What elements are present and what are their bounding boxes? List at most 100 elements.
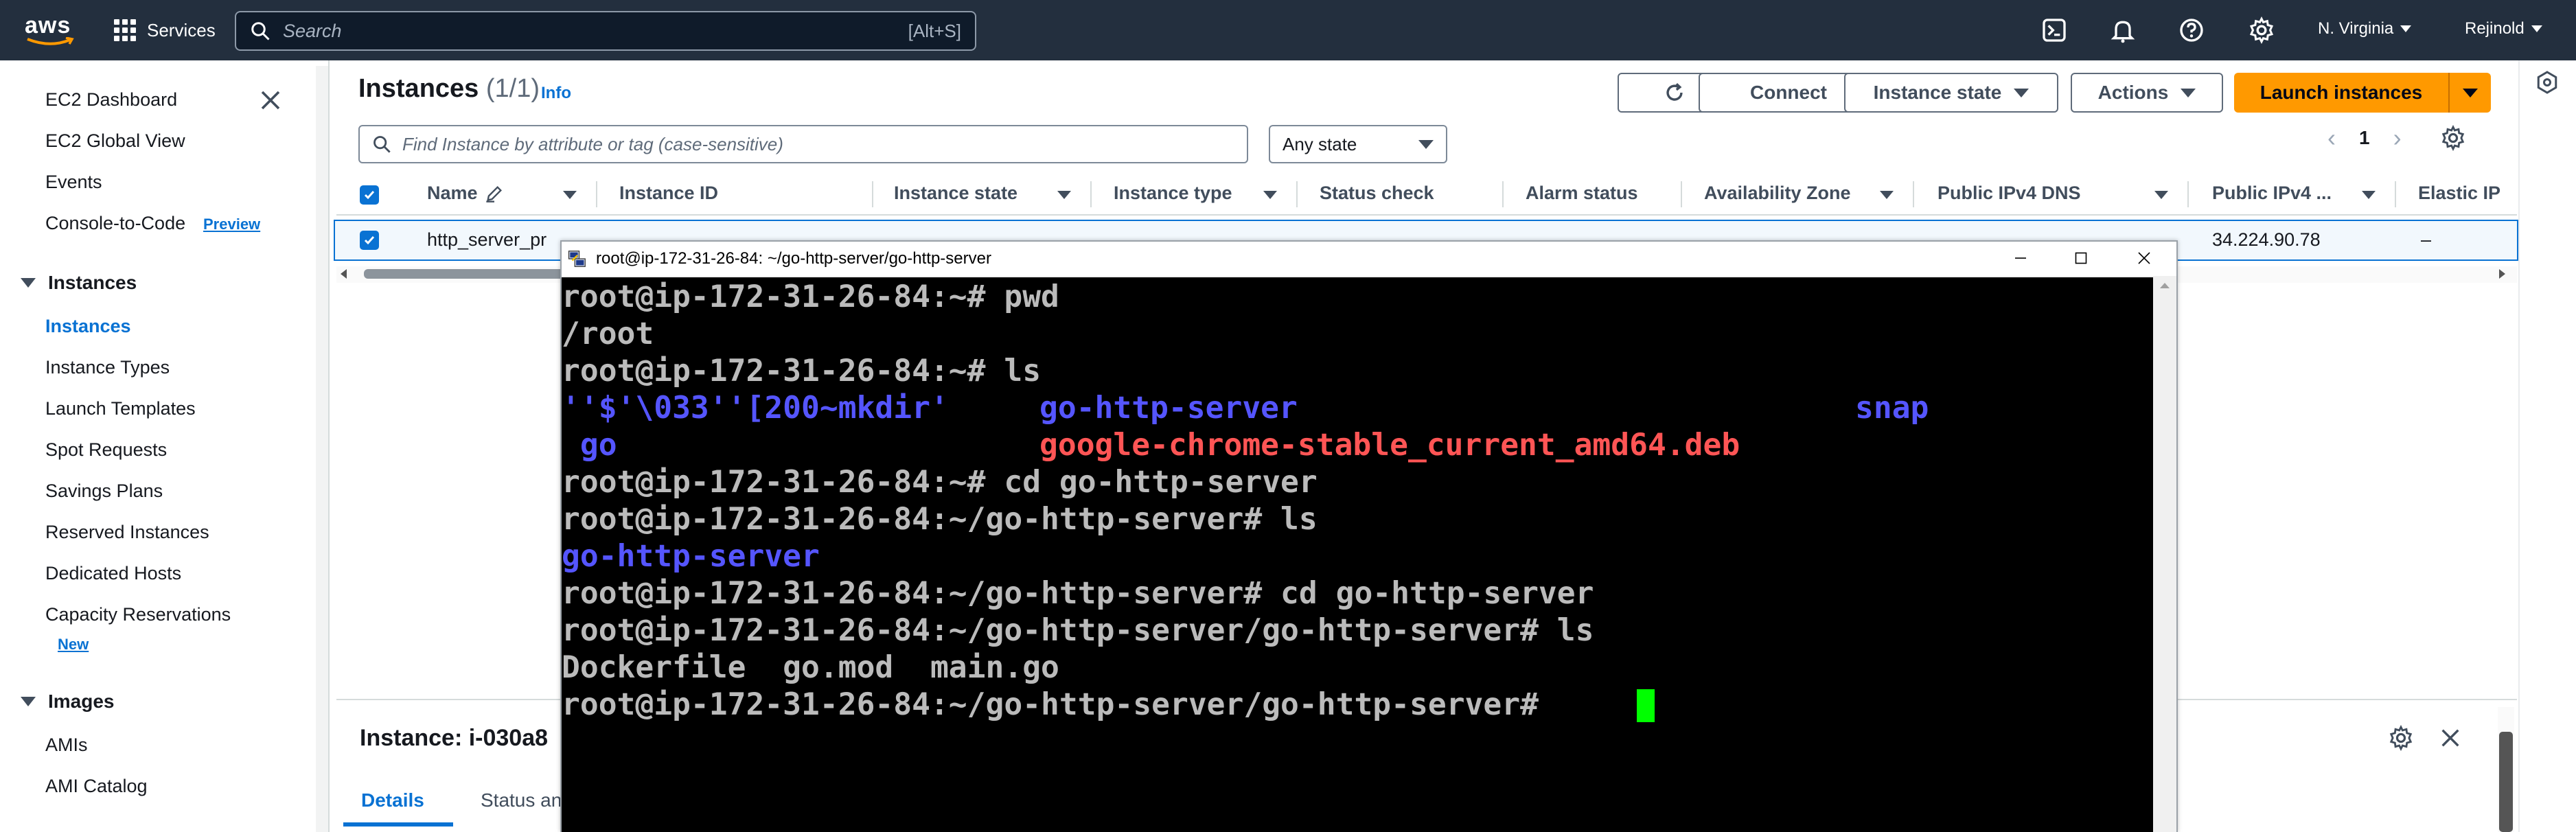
column-header-availability-zone[interactable]: Availability Zone: [1704, 183, 1851, 204]
column-divider[interactable]: [872, 181, 873, 207]
column-header-status-check[interactable]: Status check: [1320, 183, 1434, 204]
scroll-right-icon[interactable]: [2499, 269, 2505, 279]
sort-caret-icon[interactable]: [2362, 191, 2376, 199]
sidebar-section-images[interactable]: Images: [21, 691, 115, 713]
sidebar-item-events[interactable]: Events: [45, 172, 102, 193]
sort-caret-icon[interactable]: [563, 191, 577, 199]
tab-details[interactable]: Details: [361, 789, 424, 811]
terminal-scrollbar[interactable]: [2153, 277, 2176, 832]
active-tab-indicator: [343, 822, 453, 827]
column-header-elastic-ip[interactable]: Elastic IP: [2418, 183, 2500, 204]
row-checkbox[interactable]: [360, 231, 379, 250]
services-menu-button[interactable]: Services: [114, 16, 216, 44]
column-header-instance-type[interactable]: Instance type: [1114, 183, 1232, 204]
sort-caret-icon[interactable]: [1263, 191, 1277, 199]
column-divider[interactable]: [596, 181, 597, 207]
sidebar-scrollbar[interactable]: [316, 66, 328, 832]
column-divider[interactable]: [1090, 181, 1092, 207]
terminal-titlebar[interactable]: root@ip-172-31-26-84: ~/go-http-server/g…: [562, 242, 2176, 276]
sidebar-item-ami-catalog[interactable]: AMI Catalog: [45, 776, 148, 797]
caret-down-icon: [2181, 88, 2196, 97]
tab-status-and-alarms[interactable]: Status an: [481, 789, 562, 811]
sidebar-item-savings-plans[interactable]: Savings Plans: [45, 481, 163, 502]
details-title: Instance: i-030a8: [360, 725, 549, 751]
sort-caret-icon[interactable]: [2154, 191, 2168, 199]
sidebar-item-capacity-reservations[interactable]: Capacity Reservations: [45, 604, 231, 625]
cloudshell-icon[interactable]: [2040, 16, 2068, 44]
filter-placeholder: Find Instance by attribute or tag (case-…: [402, 133, 783, 154]
current-page[interactable]: 1: [2359, 127, 2370, 149]
terminal-ls-entry: snap: [1855, 390, 1929, 426]
pencil-icon[interactable]: [485, 184, 504, 203]
terminal-ls-entry: go-http-server: [1039, 390, 1298, 426]
sidebar-item-launch-templates[interactable]: Launch Templates: [45, 398, 196, 419]
close-window-button[interactable]: [2127, 243, 2161, 273]
gear-icon[interactable]: [2388, 725, 2414, 751]
cell-name[interactable]: http_server_pr: [427, 229, 547, 251]
column-header-instance-state[interactable]: Instance state: [894, 183, 1017, 204]
instance-state-dropdown[interactable]: Instance state: [1844, 73, 2058, 113]
region-selector[interactable]: N. Virginia: [2318, 19, 2412, 38]
column-header-public-ipv4[interactable]: Public IPv4 ...: [2212, 183, 2332, 204]
close-icon[interactable]: [2439, 726, 2462, 750]
caret-down-icon: [1418, 139, 1434, 149]
hexagon-info-icon[interactable]: [2535, 70, 2560, 95]
column-divider[interactable]: [1913, 181, 1914, 207]
column-header-alarm-status[interactable]: Alarm status: [1526, 183, 1638, 204]
scrollbar-thumb[interactable]: [2499, 732, 2513, 832]
putty-icon[interactable]: [567, 249, 588, 269]
sidebar-section-instances[interactable]: Instances: [21, 272, 137, 294]
close-icon[interactable]: [258, 88, 283, 113]
terminal-line: /root: [562, 316, 654, 351]
scroll-up-icon[interactable]: [2160, 283, 2170, 288]
column-divider[interactable]: [1296, 181, 1298, 207]
column-divider[interactable]: [1681, 181, 1682, 207]
terminal-line: root@ip-172-31-26-84:~/go-http-server# l…: [562, 501, 1318, 537]
sidebar-item-ec2-dashboard[interactable]: EC2 Dashboard: [45, 89, 177, 111]
sidebar-item-spot-requests[interactable]: Spot Requests: [45, 439, 167, 461]
column-header-public-dns[interactable]: Public IPv4 DNS: [1937, 183, 2081, 204]
minimize-button[interactable]: [2003, 243, 2038, 273]
sidebar-item-ec2-global-view[interactable]: EC2 Global View: [45, 130, 185, 152]
state-filter-value: Any state: [1283, 133, 1357, 154]
actions-dropdown[interactable]: Actions: [2071, 73, 2223, 113]
sort-caret-icon[interactable]: [1057, 191, 1071, 199]
search-placeholder: Search: [283, 20, 342, 41]
state-filter-select[interactable]: Any state: [1269, 125, 1447, 163]
aws-logo[interactable]: aws: [25, 12, 74, 48]
cell-public-ipv4[interactable]: 34.224.90.78: [2212, 229, 2321, 251]
column-divider[interactable]: [2187, 181, 2189, 207]
column-header-name[interactable]: Name: [427, 183, 478, 204]
checkmark-icon: [364, 236, 375, 245]
terminal-ls-entry: ''$'\033''[200~mkdir': [562, 390, 949, 426]
info-link[interactable]: Info: [541, 84, 571, 103]
sidebar-item-instance-types[interactable]: Instance Types: [45, 357, 170, 378]
top-navigation-bar: aws Services Search [Alt+S] N. Virginia …: [0, 0, 2576, 60]
gear-icon[interactable]: [2248, 16, 2275, 44]
caret-down-icon: [21, 278, 36, 288]
sidebar-item-amis[interactable]: AMIs: [45, 735, 88, 756]
sidebar-item-dedicated-hosts[interactable]: Dedicated Hosts: [45, 563, 181, 584]
chevron-right-icon[interactable]: ›: [2393, 124, 2402, 152]
launch-instances-options-button[interactable]: [2448, 73, 2491, 113]
sidebar-item-instances[interactable]: Instances: [45, 316, 131, 337]
scroll-left-icon[interactable]: [341, 269, 347, 279]
help-icon[interactable]: [2178, 16, 2205, 44]
column-divider[interactable]: [2395, 181, 2396, 207]
preview-badge[interactable]: Preview: [203, 216, 260, 233]
bell-icon[interactable]: [2109, 16, 2137, 44]
column-divider[interactable]: [1502, 181, 1504, 207]
sidebar-item-reserved-instances[interactable]: Reserved Instances: [45, 522, 209, 543]
chevron-left-icon[interactable]: ‹: [2327, 124, 2336, 152]
instance-filter-input[interactable]: Find Instance by attribute or tag (case-…: [358, 125, 1248, 163]
launch-instances-button[interactable]: Launch instances: [2234, 73, 2448, 113]
account-menu[interactable]: Rejinold: [2465, 19, 2542, 38]
sort-caret-icon[interactable]: [1880, 191, 1894, 199]
select-all-checkbox[interactable]: [360, 185, 379, 205]
preferences-gear-icon[interactable]: [2440, 125, 2466, 151]
new-badge[interactable]: New: [58, 636, 89, 654]
sidebar-item-console-to-code[interactable]: Console-to-Code: [45, 213, 185, 234]
column-header-instance-id[interactable]: Instance ID: [619, 183, 718, 204]
global-search-input[interactable]: Search [Alt+S]: [235, 11, 976, 51]
maximize-button[interactable]: [2064, 243, 2098, 273]
